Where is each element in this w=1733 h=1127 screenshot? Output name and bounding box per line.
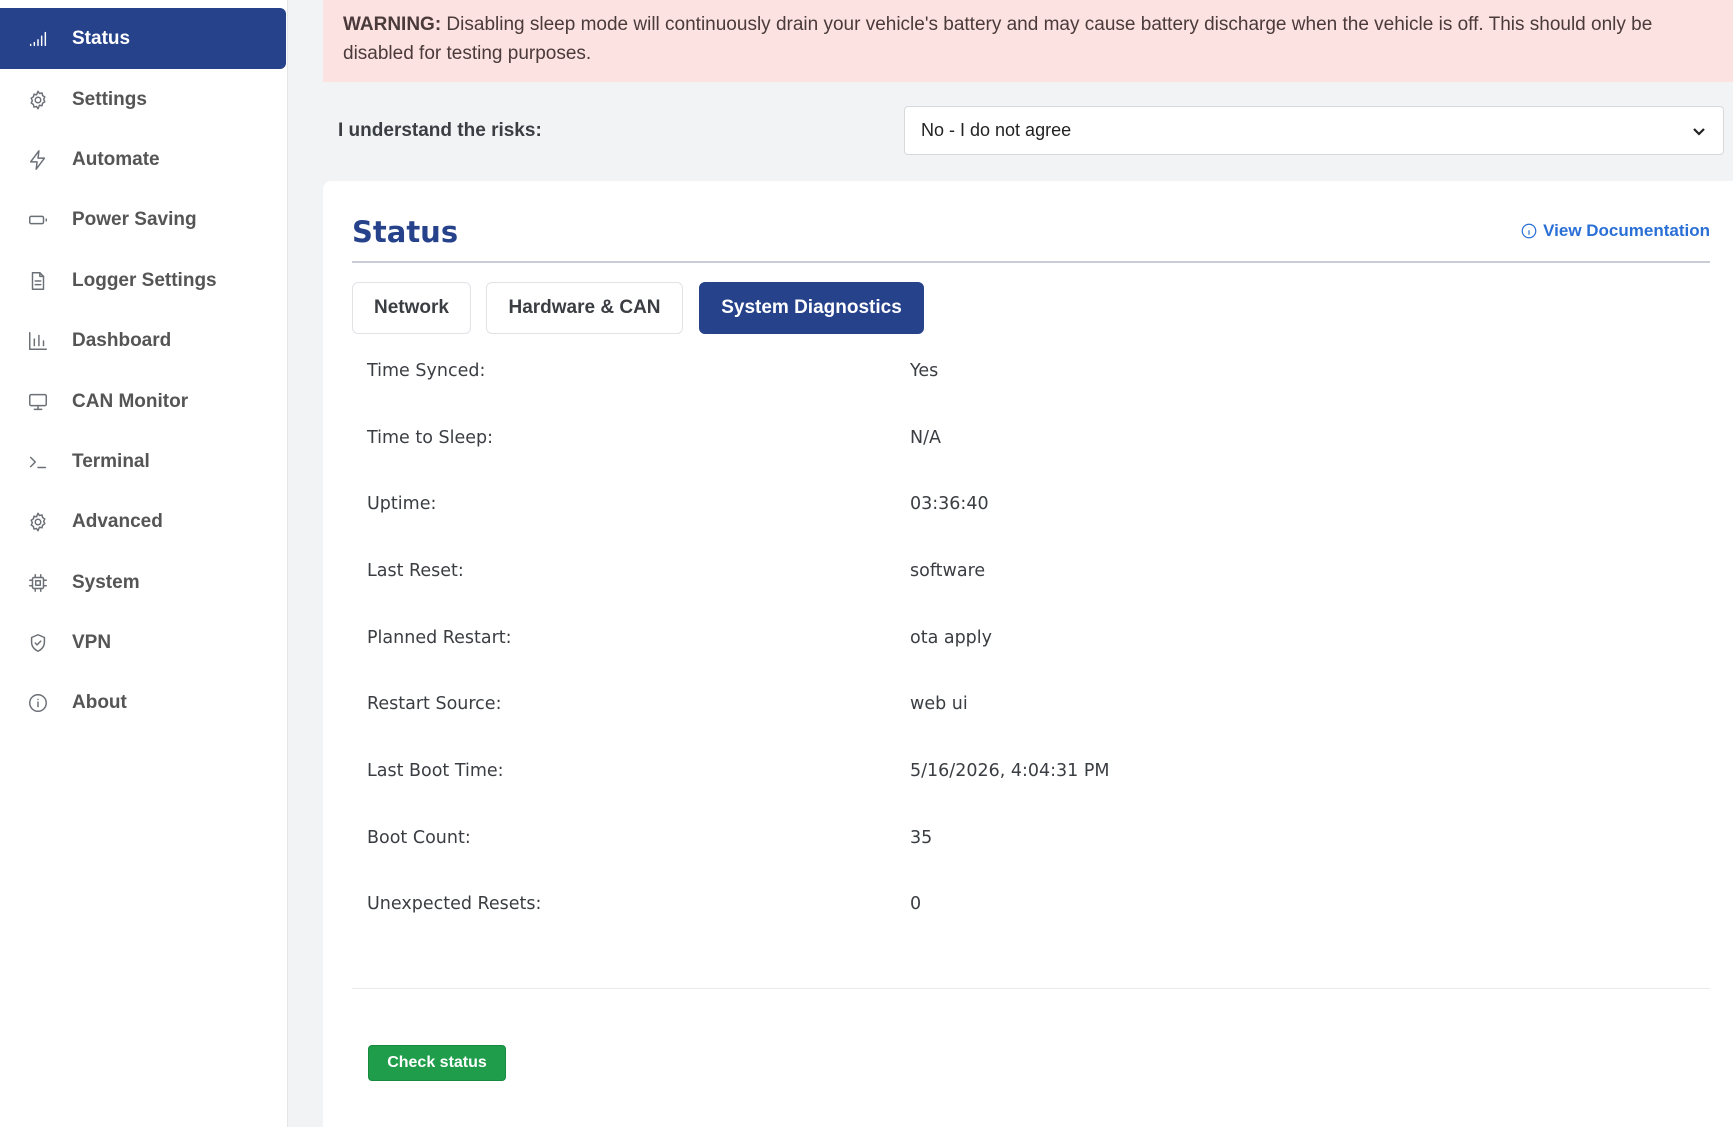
sidebar-item-status[interactable]: Status bbox=[0, 8, 286, 69]
info-icon bbox=[26, 691, 50, 715]
shield-icon bbox=[26, 631, 50, 655]
view-documentation-link[interactable]: View Documentation bbox=[1520, 221, 1710, 241]
row-value: 03:36:40 bbox=[910, 494, 989, 514]
row-key: Last Boot Time: bbox=[367, 761, 504, 781]
check-status-button[interactable]: Check status bbox=[368, 1045, 506, 1081]
sidebar-item-automate[interactable]: Automate bbox=[0, 129, 286, 190]
terminal-icon bbox=[26, 450, 50, 474]
sidebar-item-power-saving[interactable]: Power Saving bbox=[0, 189, 286, 250]
signal-icon bbox=[26, 27, 50, 51]
chip-icon bbox=[26, 571, 50, 595]
row-value: 0 bbox=[910, 894, 922, 914]
sidebar-item-label: Logger Settings bbox=[72, 269, 217, 291]
doc-link-label: View Documentation bbox=[1543, 221, 1710, 240]
row-key: Time Synced: bbox=[367, 361, 486, 381]
tab-system-diagnostics[interactable]: System Diagnostics bbox=[699, 282, 924, 334]
sidebar-item-label: Settings bbox=[72, 88, 147, 110]
sidebar-item-settings[interactable]: Settings bbox=[0, 69, 286, 130]
row-value: software bbox=[910, 561, 986, 581]
row-key: Uptime: bbox=[367, 494, 437, 514]
status-card: Status View Documentation Network Hardwa… bbox=[323, 181, 1733, 1127]
sidebar-item-label: Automate bbox=[72, 148, 160, 170]
table-row: Time to Sleep: N/A bbox=[367, 418, 1707, 458]
sidebar-item-label: CAN Monitor bbox=[72, 390, 189, 412]
table-row: Restart Source: web ui bbox=[367, 684, 1707, 724]
sidebar-item-advanced[interactable]: Advanced bbox=[0, 491, 286, 552]
sidebar-item-logger-settings[interactable]: Logger Settings bbox=[0, 250, 286, 311]
row-key: Boot Count: bbox=[367, 828, 471, 848]
tab-network[interactable]: Network bbox=[352, 282, 471, 334]
risk-agreement-select[interactable]: No - I do not agree bbox=[904, 106, 1724, 155]
monitor-icon bbox=[26, 390, 50, 414]
sidebar-item-can-monitor[interactable]: CAN Monitor bbox=[0, 371, 286, 432]
sidebar-item-label: About bbox=[72, 691, 127, 713]
row-value: 35 bbox=[910, 828, 933, 848]
sidebar-item-label: Dashboard bbox=[72, 329, 172, 351]
warning-text: Disabling sleep mode will continuously d… bbox=[343, 14, 1653, 64]
sidebar-item-vpn[interactable]: VPN bbox=[0, 612, 286, 673]
row-key: Last Reset: bbox=[367, 561, 464, 581]
bar-chart-icon bbox=[26, 329, 50, 353]
gear-icon bbox=[26, 88, 50, 112]
document-icon bbox=[26, 269, 50, 293]
sidebar-item-about[interactable]: About bbox=[0, 672, 286, 733]
gear-icon bbox=[26, 510, 50, 534]
title-divider bbox=[352, 261, 1710, 263]
table-row: Uptime: 03:36:40 bbox=[367, 484, 1707, 524]
sidebar-item-label: Status bbox=[72, 27, 131, 49]
page-title: Status bbox=[352, 215, 459, 249]
warning-banner: WARNING: Disabling sleep mode will conti… bbox=[323, 0, 1733, 82]
sidebar-item-label: VPN bbox=[72, 631, 112, 653]
lightning-icon bbox=[26, 148, 50, 172]
footer-divider bbox=[352, 988, 1710, 989]
row-key: Unexpected Resets: bbox=[367, 894, 542, 914]
sidebar-item-label: Power Saving bbox=[72, 208, 197, 230]
row-value: Yes bbox=[910, 361, 939, 381]
sidebar-item-label: Terminal bbox=[72, 450, 150, 472]
info-icon bbox=[1521, 223, 1537, 239]
sidebar: Status Settings Automate Power Saving Lo… bbox=[0, 0, 288, 1127]
risk-selected-value: No - I do not agree bbox=[921, 120, 1072, 140]
row-value: N/A bbox=[910, 428, 941, 448]
sidebar-item-system[interactable]: System bbox=[0, 552, 286, 613]
table-row: Boot Count: 35 bbox=[367, 818, 1707, 858]
sidebar-item-label: System bbox=[72, 571, 140, 593]
chevron-down-icon bbox=[1693, 127, 1705, 136]
sidebar-item-label: Advanced bbox=[72, 510, 163, 532]
table-row: Planned Restart: ota apply bbox=[367, 618, 1707, 658]
battery-icon bbox=[26, 208, 50, 232]
tab-hardware-can[interactable]: Hardware & CAN bbox=[486, 282, 683, 334]
row-value: 5/16/2026, 4:04:31 PM bbox=[910, 761, 1110, 781]
sidebar-item-dashboard[interactable]: Dashboard bbox=[0, 310, 286, 371]
sidebar-item-terminal[interactable]: Terminal bbox=[0, 431, 286, 492]
row-key: Restart Source: bbox=[367, 694, 502, 714]
table-row: Unexpected Resets: 0 bbox=[367, 884, 1707, 924]
row-value: web ui bbox=[910, 694, 968, 714]
row-key: Time to Sleep: bbox=[367, 428, 494, 448]
table-row: Time Synced: Yes bbox=[367, 351, 1707, 391]
table-row: Last Reset: software bbox=[367, 551, 1707, 591]
risk-label: I understand the risks: bbox=[338, 120, 542, 141]
warning-prefix: WARNING: bbox=[343, 14, 442, 35]
row-key: Planned Restart: bbox=[367, 628, 512, 648]
table-row: Last Boot Time: 5/16/2026, 4:04:31 PM bbox=[367, 751, 1707, 791]
row-value: ota apply bbox=[910, 628, 993, 648]
